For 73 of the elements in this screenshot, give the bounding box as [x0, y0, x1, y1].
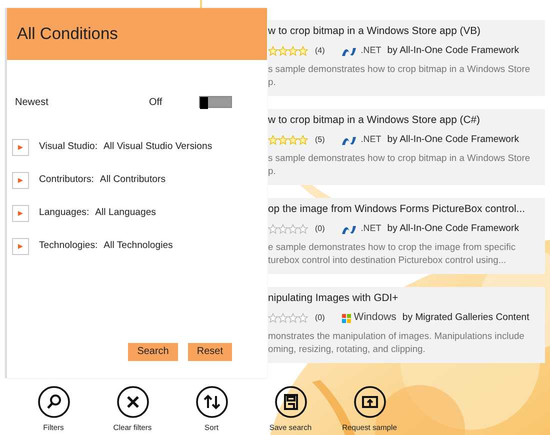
triangle-icon [17, 210, 24, 217]
star-icon [298, 313, 308, 323]
expand-button[interactable] [12, 172, 29, 189]
description-line: s sample demonstrates how to crop bitmap in a Windows Store [268, 151, 532, 164]
star-icon [288, 313, 298, 323]
result-title: op the image from Windows Forms PictureBox control... [268, 203, 526, 217]
reset-button[interactable]: Reset [188, 343, 232, 361]
newest-label: Newest [15, 96, 50, 110]
sort-icon [196, 386, 228, 418]
author-text: by All-In-One Code Framework [387, 44, 519, 58]
platform-label: .NET [360, 133, 382, 146]
star-icon [298, 224, 308, 234]
triangle-icon [17, 177, 24, 184]
result-card[interactable]: w to crop bitmap in a Windows Store app (C#) (5) .NET by All-In-One Code Framework s sample demonstrates how to crop bitmap in a Windows Store p. [268, 109, 545, 185]
filter-label: Languages: [39, 206, 90, 220]
description-line: turebox control into destination Picturebox control using... [268, 253, 508, 266]
expand-button[interactable] [12, 238, 29, 255]
star-icon [298, 46, 308, 56]
swoosh-icon [340, 46, 359, 56]
result-title: nipulating Images with GDI+ [268, 292, 400, 306]
upload-box-icon [354, 386, 386, 418]
search-button[interactable]: Search [128, 343, 178, 361]
author-text: by All-In-One Code Framework [387, 132, 519, 147]
description-line: oming, resizing, rotating, and clipping. [268, 342, 426, 355]
filter-value: All Technologies [104, 239, 173, 254]
windows-flag-icon [340, 312, 352, 324]
result-title: w to crop bitmap in a Windows Store app (VB) [268, 25, 482, 39]
result-card[interactable]: w to crop bitmap in a Windows Store app (VB) (4) .NET by All-In-One Code Framework s sample demonstrates how to crop bitmap in a Windows Store p. [268, 20, 545, 96]
result-card[interactable] [268, 198, 545, 274]
expand-button[interactable] [12, 139, 29, 156]
triangle-icon [17, 144, 24, 151]
filter-value: All Languages [95, 206, 156, 220]
triangle-icon [17, 243, 24, 250]
filter-value: All Visual Studio Versions [104, 140, 212, 154]
description-line: p. [268, 164, 277, 177]
toggle-switch[interactable] [199, 96, 232, 108]
swoosh-icon [340, 134, 359, 146]
platform-label: Windows [354, 310, 396, 326]
rating-count: (0) [315, 223, 325, 235]
star-icon [278, 135, 288, 145]
description-line: e sample demonstrates how to crop the image from specific [268, 240, 517, 253]
filter-label: Visual Studio: [39, 140, 98, 154]
filter-value: All Contributors [100, 173, 166, 188]
filter-label: Technologies: [39, 239, 98, 254]
star-icon [288, 224, 298, 234]
star-icon [278, 313, 288, 323]
swoosh-icon [340, 224, 359, 234]
star-icon [298, 135, 308, 145]
description-line: s sample demonstrates how to crop bitmap in a Windows Store [268, 62, 532, 75]
description-line: monstrates the manipulation of images. Manipulations include [268, 329, 526, 342]
rating-count: (0) [315, 312, 325, 324]
star-icon [268, 135, 278, 145]
platform-label: .NET [360, 44, 382, 58]
toggle-state-text: Off [149, 96, 164, 110]
search-icon [38, 386, 70, 418]
star-icon [278, 46, 288, 56]
star-icon [288, 46, 298, 56]
result-card[interactable]: nipulating Images with GDI+ (0) Windows by Migrated Galleries Content monstrates the manipulation of images. Manipulations include oming, resizing, rotating, and clipping. [268, 287, 545, 363]
star-icon [268, 46, 278, 56]
rating-count: (5) [315, 134, 325, 146]
star-icon [278, 224, 288, 234]
result-title: w to crop bitmap in a Windows Store app (C#) [268, 114, 481, 128]
floppy-disk-icon [274, 386, 306, 418]
platform-label: .NET [360, 222, 382, 236]
rating-count: (4) [315, 45, 325, 57]
author-text: by All-In-One Code Framework [387, 222, 519, 236]
author-text: by Migrated Galleries Content [402, 310, 530, 325]
close-icon [116, 386, 148, 418]
expand-button[interactable] [12, 205, 29, 222]
filter-label: Contributors: [39, 173, 94, 188]
panel-title: All Conditions [7, 8, 267, 60]
star-icon [288, 135, 298, 145]
description-line: p. [268, 75, 277, 88]
